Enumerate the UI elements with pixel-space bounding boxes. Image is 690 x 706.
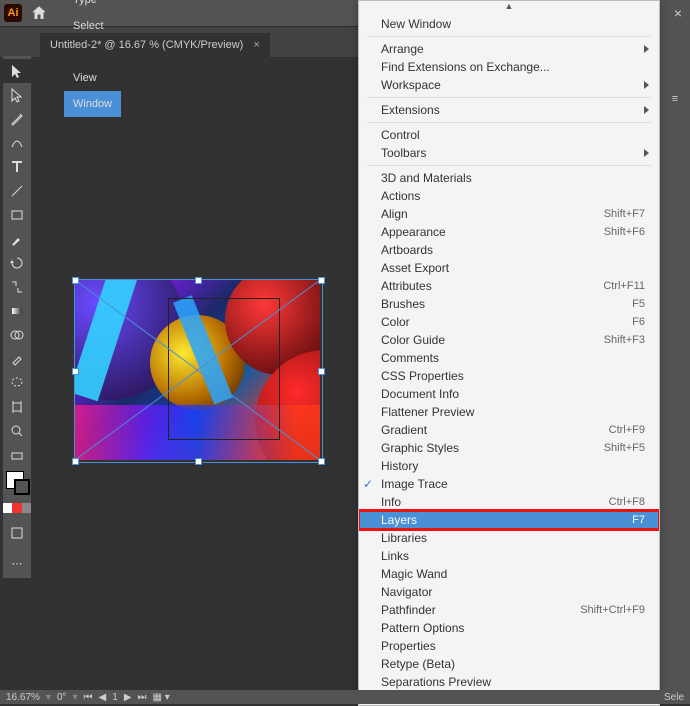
menu-item-color[interactable]: ColorF6 [359,313,659,331]
status-text: Sele [664,692,684,703]
menu-item-history[interactable]: History [359,457,659,475]
next-page-icon[interactable]: ▶ [124,692,132,703]
menu-item-document-info[interactable]: Document Info [359,385,659,403]
document-tab-title: Untitled-2* @ 16.67 % (CMYK/Preview) [50,39,243,51]
menu-item-gradient[interactable]: GradientCtrl+F9 [359,421,659,439]
menu-window[interactable]: Window [64,91,121,117]
edit-toolbar-icon[interactable]: ⋯ [3,551,31,575]
menu-item-brushes[interactable]: BrushesF5 [359,295,659,313]
menu-item-appearance[interactable]: AppearanceShift+F6 [359,223,659,241]
color-mode-row[interactable] [3,503,31,515]
menu-item-asset-export[interactable]: Asset Export [359,259,659,277]
menu-item-magic-wand[interactable]: Magic Wand [359,565,659,583]
type-tool[interactable] [3,155,31,179]
home-icon[interactable] [30,4,48,22]
menu-item-color-guide[interactable]: Color GuideShift+F3 [359,331,659,349]
menu-item-image-trace[interactable]: ✓Image Trace [359,475,659,493]
selection-tool[interactable] [3,59,31,83]
menu-item-comments[interactable]: Comments [359,349,659,367]
menu-separator [367,165,651,166]
menu-item-graphic-styles[interactable]: Graphic StylesShift+F5 [359,439,659,457]
fill-stroke-swatch[interactable] [3,471,31,501]
menu-item-toolbars[interactable]: Toolbars [359,144,659,162]
page-number[interactable]: 1 [112,692,118,703]
menu-item-css-properties[interactable]: CSS Properties [359,367,659,385]
prev-page-icon[interactable]: ◀ [99,692,107,703]
menu-item-pattern-options[interactable]: Pattern Options [359,619,659,637]
menu-item-find-extensions-on-exchange-[interactable]: Find Extensions on Exchange... [359,58,659,76]
zoom-level[interactable]: 16.67% [6,692,40,703]
menu-item-properties[interactable]: Properties [359,637,659,655]
pen-tool[interactable] [3,107,31,131]
menu-item-3d-and-materials[interactable]: 3D and Materials [359,169,659,187]
slice-tool[interactable] [3,443,31,467]
scale-tool[interactable] [3,275,31,299]
artboard-tool[interactable] [3,395,31,419]
menu-separator [367,97,651,98]
menu-scroll-up-icon[interactable]: ▲ [359,1,659,15]
rotate-tool[interactable] [3,251,31,275]
gradient-tool[interactable] [3,299,31,323]
rectangle-tool[interactable] [3,203,31,227]
panel-menu-icon[interactable]: ≡ [660,86,690,112]
menu-item-actions[interactable]: Actions [359,187,659,205]
document-tab[interactable]: Untitled-2* @ 16.67 % (CMYK/Preview) × [40,33,270,57]
menu-item-layers[interactable]: LayersF7 [359,511,659,529]
menu-item-align[interactable]: AlignShift+F7 [359,205,659,223]
direct-selection-tool[interactable] [3,83,31,107]
menu-type[interactable]: Type [64,0,121,13]
menu-item-new-window[interactable]: New Window [359,15,659,33]
menu-item-workspace[interactable]: Workspace [359,76,659,94]
close-tab-icon[interactable]: × [253,39,259,51]
menu-item-artboards[interactable]: Artboards [359,241,659,259]
shape-builder-tool[interactable] [3,323,31,347]
menu-item-flattener-preview[interactable]: Flattener Preview [359,403,659,421]
lasso-tool[interactable] [3,371,31,395]
artboard-nav-icon[interactable]: ▦ ▾ [153,692,170,703]
menu-item-extensions[interactable]: Extensions [359,101,659,119]
stroke-swatch[interactable] [14,479,30,495]
menu-separator [367,36,651,37]
menu-item-arrange[interactable]: Arrange [359,40,659,58]
menu-item-attributes[interactable]: AttributesCtrl+F11 [359,277,659,295]
menu-view[interactable]: View [64,65,121,91]
first-page-icon[interactable]: ⏮ [84,692,93,703]
app-logo: Ai [4,4,22,22]
draw-mode-icon[interactable] [3,521,31,545]
tools-panel: ⋯ [3,56,31,578]
last-page-icon[interactable]: ⏭ [138,692,147,703]
menu-item-separations-preview[interactable]: Separations Preview [359,673,659,691]
line-tool[interactable] [3,179,31,203]
status-bar: 16.67%▾ 0°▾ ⏮ ◀ 1 ▶ ⏭ ▦ ▾ Sele [0,690,690,704]
menu-item-navigator[interactable]: Navigator [359,583,659,601]
right-panel-dock: ≡ [660,26,690,704]
menu-item-info[interactable]: InfoCtrl+F8 [359,493,659,511]
curvature-tool[interactable] [3,131,31,155]
eyedropper-tool[interactable] [3,347,31,371]
window-menu-dropdown: ▲ New Window ArrangeFind Extensions on Ex… [358,0,660,706]
menu-item-links[interactable]: Links [359,547,659,565]
crop-box [168,298,280,440]
window-close-icon[interactable]: × [674,5,682,21]
zoom-tool[interactable] [3,419,31,443]
menu-item-pathfinder[interactable]: PathfinderShift+Ctrl+F9 [359,601,659,619]
menu-item-libraries[interactable]: Libraries [359,529,659,547]
menu-item-retype-beta-[interactable]: Retype (Beta) [359,655,659,673]
rotate-view[interactable]: 0° [57,692,67,703]
menu-separator [367,122,651,123]
brush-tool[interactable] [3,227,31,251]
menu-item-control[interactable]: Control [359,126,659,144]
